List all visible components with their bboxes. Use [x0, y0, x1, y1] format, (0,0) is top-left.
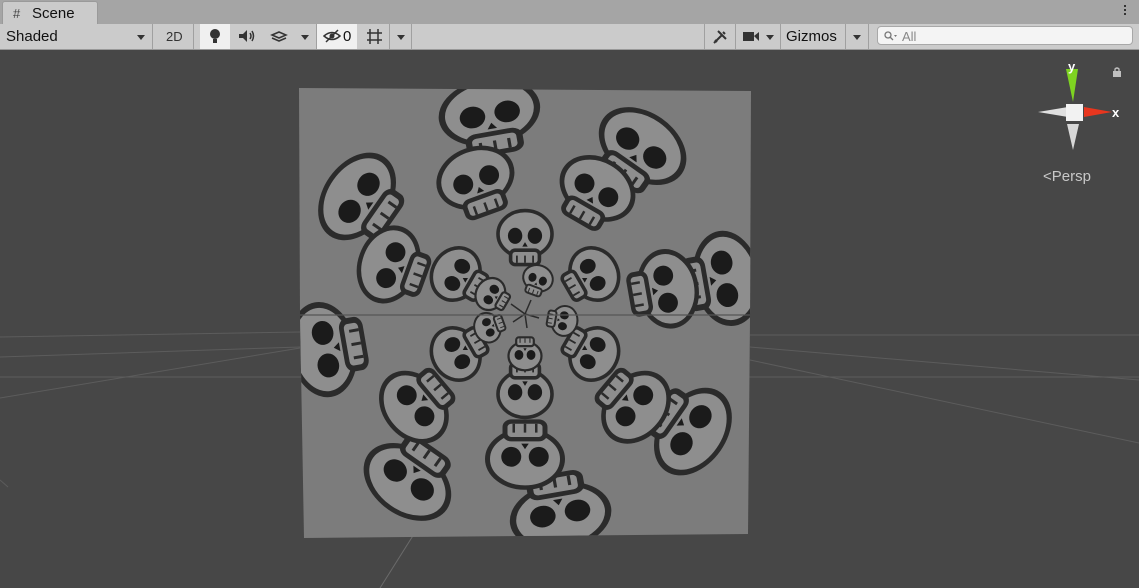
more-options-icon[interactable] [1123, 3, 1127, 19]
search-icon [884, 31, 897, 41]
tab-strip: # Scene [0, 0, 1139, 25]
neg-y-axis-cone[interactable] [1067, 124, 1079, 150]
grid-snap-icon[interactable] [366, 28, 383, 45]
skull-textured-quad[interactable] [285, 73, 766, 555]
camera-dropdown-chevron-icon[interactable] [766, 35, 774, 40]
center-cube[interactable] [1066, 104, 1083, 121]
search-input[interactable]: All [877, 26, 1133, 45]
search-placeholder: All [902, 29, 917, 44]
tab-scene[interactable]: # Scene [2, 1, 98, 24]
axis-y-label: y [1068, 59, 1076, 74]
gizmos-button[interactable]: Gizmos [786, 28, 837, 45]
lighting-toggle-button[interactable] [200, 24, 230, 49]
lightbulb-icon [210, 29, 220, 43]
camera-icon[interactable] [743, 31, 760, 42]
hidden-count: 0 [343, 28, 352, 45]
gizmos-dropdown-chevron-icon[interactable] [853, 35, 861, 40]
grid-dropdown-chevron-icon[interactable] [397, 35, 405, 40]
neg-x-axis-cone[interactable] [1038, 107, 1068, 117]
chevron-down-icon[interactable] [137, 35, 145, 40]
x-axis-cone[interactable] [1084, 107, 1112, 117]
2d-toggle-button[interactable]: 2D [166, 29, 183, 44]
tab-label: Scene [32, 5, 75, 22]
scene-viewport[interactable]: y x <Persp [0, 50, 1139, 588]
grid-icon: # [13, 6, 21, 21]
scene-toolbar: Shaded 2D 0 Gizmos All [0, 24, 1139, 50]
shading-mode-dropdown[interactable]: Shaded [6, 28, 58, 45]
tools-icon[interactable] [712, 29, 728, 45]
audio-icon[interactable] [238, 29, 256, 43]
lock-icon[interactable] [1113, 67, 1121, 77]
scene-canvas [0, 73, 1139, 588]
scene-visibility-toggle[interactable]: 0 [317, 24, 357, 49]
orientation-gizmo[interactable]: y x [1030, 58, 1130, 168]
hidden-eye-icon [323, 29, 341, 43]
projection-label: Persp [1051, 168, 1091, 185]
effects-dropdown-chevron-icon[interactable] [301, 35, 309, 40]
effects-icon[interactable] [270, 29, 288, 44]
axis-x-label: x [1112, 105, 1120, 120]
perspective-icon: < [1043, 168, 1052, 185]
projection-toggle[interactable]: <Persp [1043, 168, 1091, 185]
